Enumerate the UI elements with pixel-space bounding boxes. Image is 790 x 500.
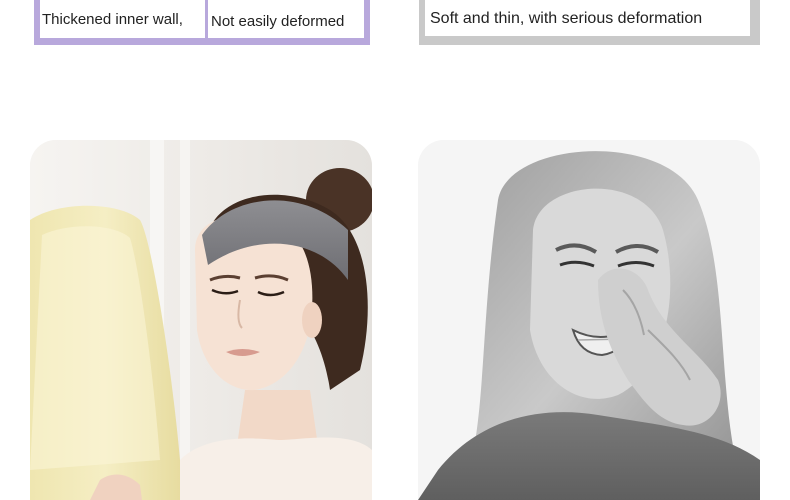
good-feature-caption: Thickened inner wall, Not easily deforme… <box>34 0 370 45</box>
woman-pinching-nose-photo <box>418 140 760 500</box>
good-feature-label-1: Thickened inner wall, <box>42 11 183 28</box>
woman-with-headband-photo <box>30 140 372 500</box>
bad-feature-label: Soft and thin, with serious deformation <box>430 10 703 27</box>
woman-with-basin-image <box>30 140 372 500</box>
caption-divider <box>205 0 208 42</box>
good-feature-label-2: Not easily deformed <box>211 13 345 30</box>
bad-feature-caption: Soft and thin, with serious deformation <box>419 0 760 45</box>
disgusted-woman-image <box>418 140 760 500</box>
